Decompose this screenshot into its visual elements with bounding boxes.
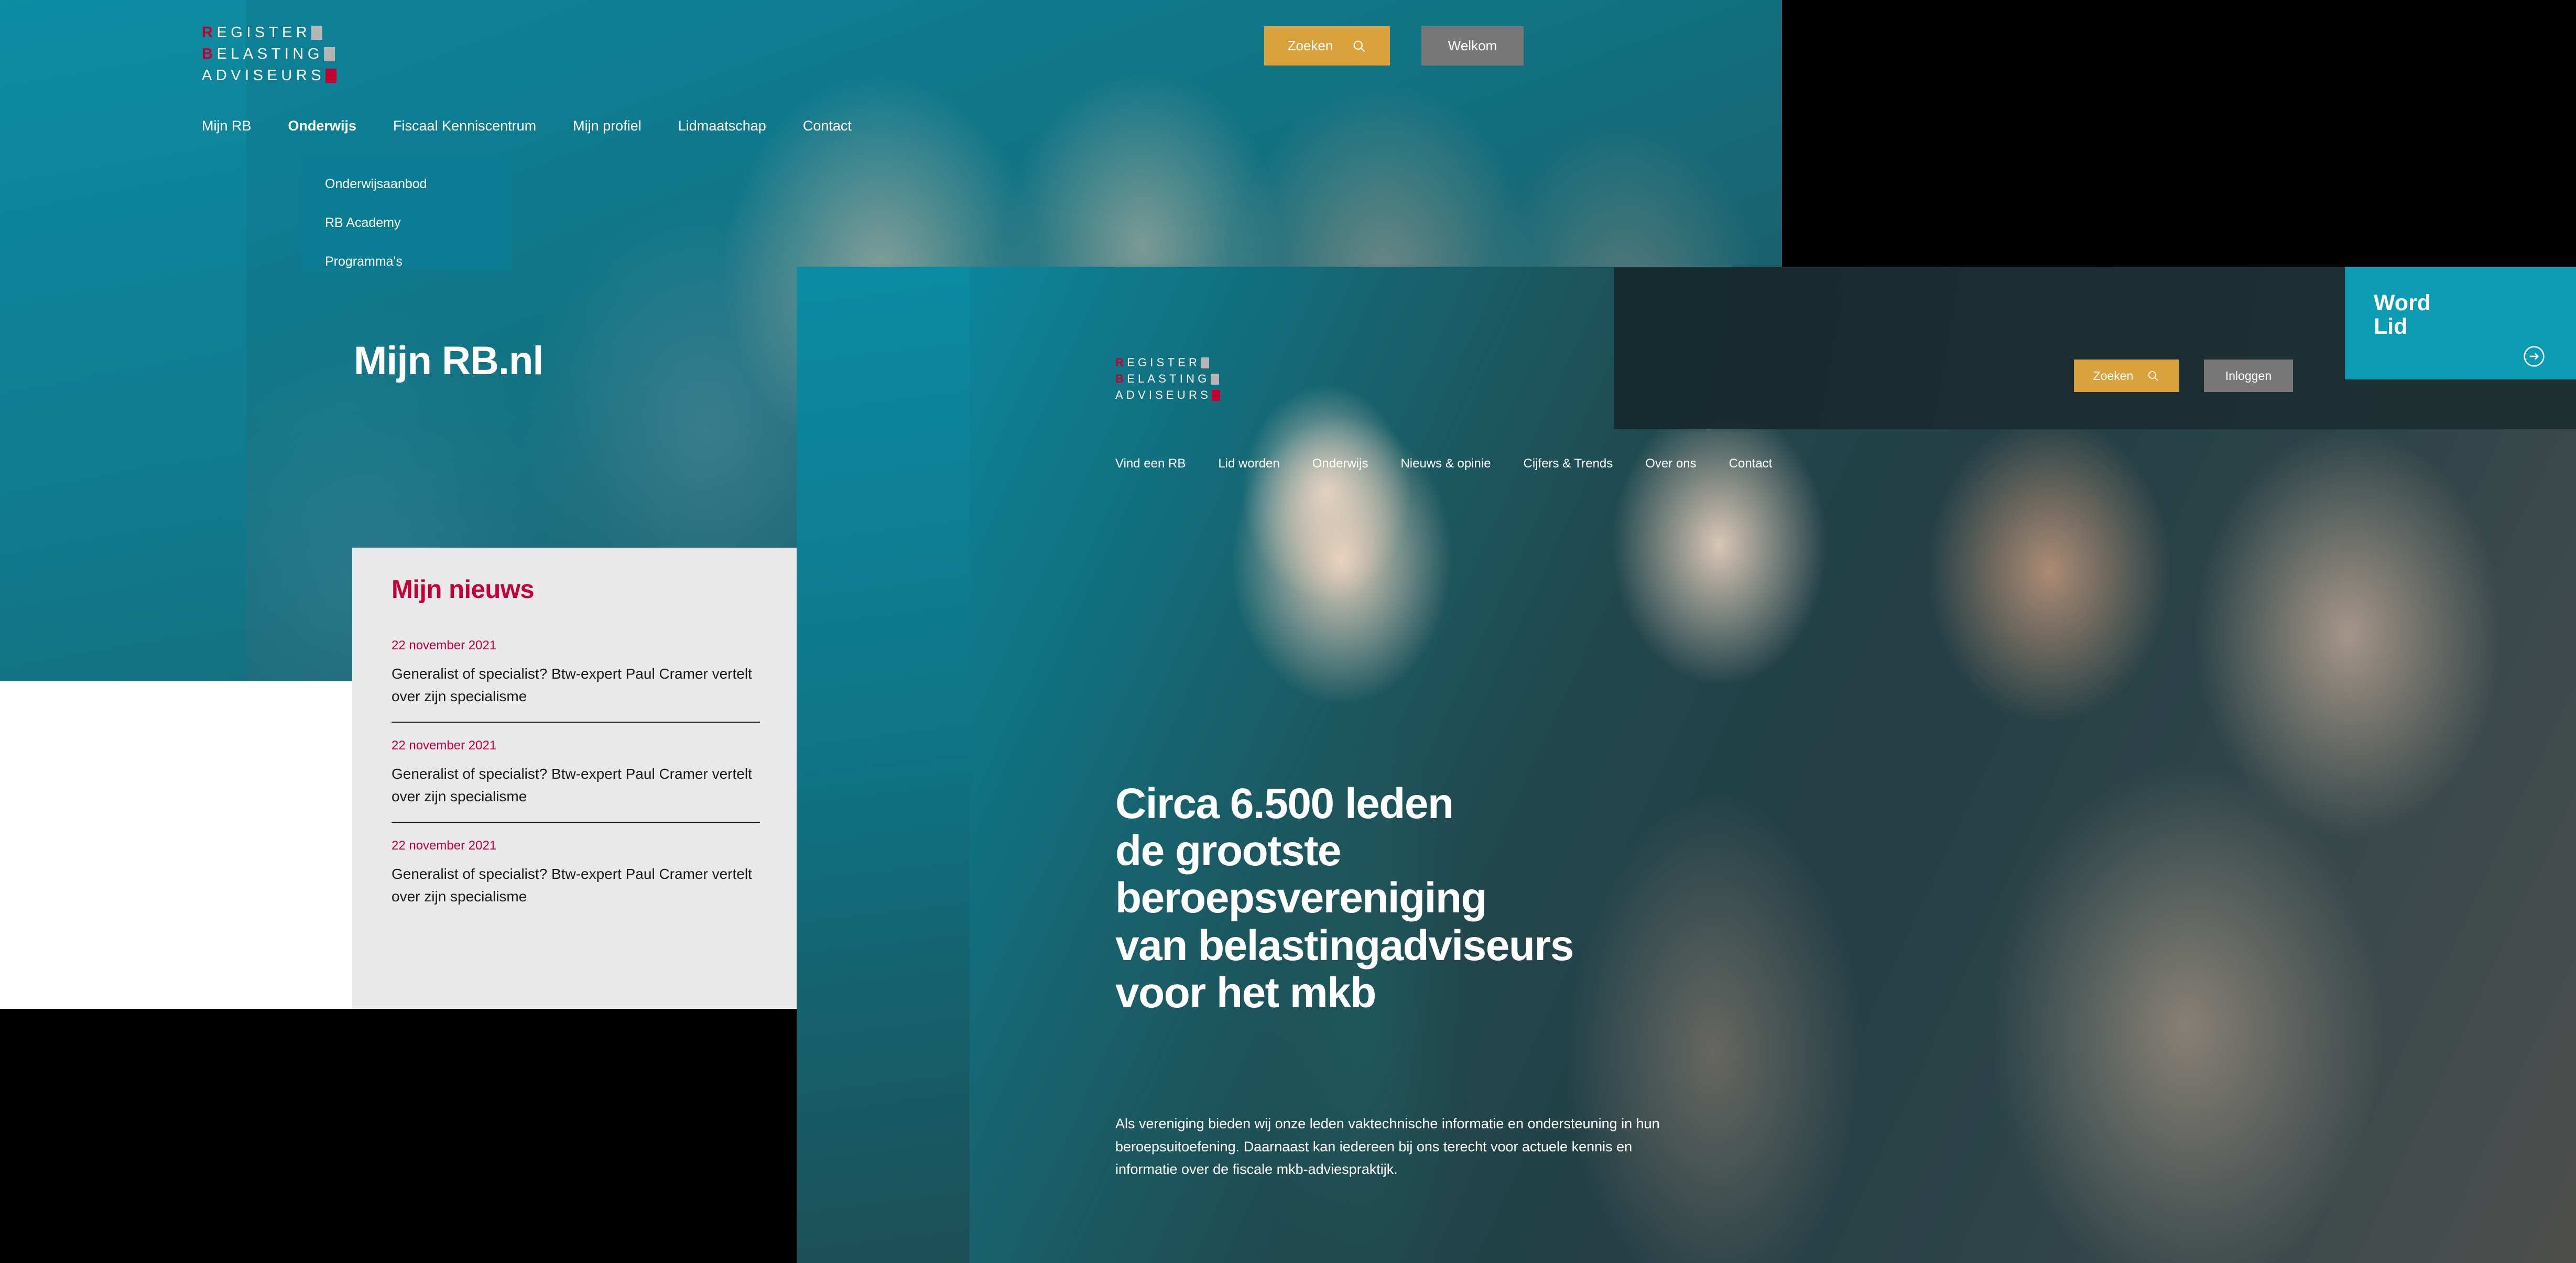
mijn-nieuws-heading: Mijn nieuws [392, 575, 535, 604]
logo-lead-letter: B [202, 46, 217, 62]
search-button-label: Zoeken [2093, 368, 2134, 383]
nav-item-fiscaal-kenniscentrum[interactable]: Fiscaal Kenniscentrum [393, 118, 536, 134]
hero-headline: Circa 6.500 leden de grootste beroepsver… [1115, 780, 1574, 1017]
search-button[interactable]: Zoeken [1264, 26, 1390, 66]
logo-lead-letter: R [202, 24, 217, 41]
logo-word: ELASTING [216, 46, 323, 62]
logo-lead-letter: B [1115, 372, 1127, 385]
word-lid-line-2: Lid [2374, 314, 2408, 340]
news-title: Generalist of specialist? Btw-expert Pau… [392, 666, 752, 705]
news-date: 22 november 2021 [392, 838, 497, 853]
rb-logo[interactable]: R EGISTER B ELASTING ADVISEURS [202, 25, 337, 90]
logo-word: ELASTING [1127, 372, 1210, 385]
logo-line-2: B ELASTING [1115, 373, 1220, 385]
nav-item-mijn-rb[interactable]: Mijn RB [202, 118, 252, 134]
nav-item-onderwijs[interactable]: Onderwijs [1312, 456, 1368, 471]
nav-item-contact[interactable]: Contact [1729, 456, 1773, 471]
logo-word: ADVISEURS [202, 67, 325, 84]
logo-line-2: B ELASTING [202, 47, 336, 62]
logo-square-grey [323, 47, 335, 61]
nav-item-over-ons[interactable]: Over ons [1645, 456, 1696, 471]
nav-item-nieuws-opinie[interactable]: Nieuws & opinie [1400, 456, 1491, 471]
logo-square-grey [1210, 373, 1219, 385]
search-button[interactable]: Zoeken [2074, 360, 2179, 392]
magnifier-icon [1352, 39, 1366, 53]
hero-headline-line: beroepsvereniging [1115, 874, 1487, 922]
screen: R EGISTER B ELASTING ADVISEURS Zoeken We… [0, 0, 2576, 1263]
logo-word: EGISTER [216, 24, 311, 41]
magnifier-icon [2147, 369, 2159, 382]
word-lid-button[interactable]: Word Lid [2345, 267, 2576, 379]
onderwijs-dropdown-menu: Onderwijsaanbod RB Academy Programma's [301, 156, 511, 269]
news-date: 22 november 2021 [392, 738, 497, 753]
logo-line-1: R EGISTER [202, 25, 336, 40]
nav-item-onderwijs[interactable]: Onderwijs [288, 118, 357, 134]
logo-word: ADVISEURS [1115, 388, 1211, 401]
nav-item-vind-een-rb[interactable]: Vind een RB [1115, 456, 1186, 471]
logo-lead-letter: R [1115, 356, 1127, 369]
arrow-right-circle-icon [2523, 345, 2546, 368]
welcome-button[interactable]: Welkom [1421, 26, 1524, 66]
logo-line-3: ADVISEURS [1115, 389, 1220, 401]
logo-word: EGISTER [1127, 356, 1201, 369]
logo-square-red [325, 69, 337, 83]
nav-item-mijn-profiel[interactable]: Mijn profiel [573, 118, 642, 134]
rb-public-site-window: R EGISTER B ELASTING ADVISEURS Zoeken In… [797, 267, 2576, 1263]
nav-item-lidmaatschap[interactable]: Lidmaatschap [678, 118, 766, 134]
logo-square-grey [311, 26, 323, 40]
dropdown-item-programmas[interactable]: Programma's [325, 254, 511, 269]
news-date: 22 november 2021 [392, 638, 497, 652]
logo-line-1: R EGISTER [1115, 357, 1220, 368]
logo-line-3: ADVISEURS [202, 67, 337, 84]
hero-teal-overlay [797, 267, 970, 1263]
hero-headline-line: voor het mkb [1115, 968, 1376, 1017]
hero-headline-line: van belastingadviseurs [1115, 921, 1574, 970]
news-title: Generalist of specialist? Btw-expert Pau… [392, 865, 752, 905]
dropdown-item-rb-academy[interactable]: RB Academy [325, 215, 511, 231]
hero-paragraph: Als vereniging bieden wij onze leden vak… [1115, 1116, 1660, 1178]
main-navigation: Vind een RB Lid worden Onderwijs Nieuws … [1115, 456, 1805, 471]
rb-logo[interactable]: R EGISTER B ELASTING ADVISEURS [1115, 357, 1220, 406]
nav-item-contact[interactable]: Contact [803, 118, 852, 134]
hero-headline-line: de grootste [1115, 827, 1341, 875]
news-list-item[interactable]: 22 november 2021 Generalist of specialis… [392, 738, 760, 823]
hero-headline-line: Circa 6.500 leden [1115, 780, 1454, 828]
news-list-item[interactable]: 22 november 2021 Generalist of specialis… [392, 839, 760, 922]
word-lid-line-1: Word [2374, 290, 2431, 315]
nav-item-cijfers-trends[interactable]: Cijfers & Trends [1524, 456, 1613, 471]
news-list-item[interactable]: 22 november 2021 Generalist of specialis… [392, 638, 760, 723]
mijn-nieuws-panel: Mijn nieuws 22 november 2021 Generalist … [352, 548, 797, 1009]
logo-square-red [1211, 389, 1220, 401]
logo-square-grey [1201, 357, 1210, 368]
dropdown-item-onderwijsaanbod[interactable]: Onderwijsaanbod [325, 177, 511, 192]
search-button-label: Zoeken [1287, 38, 1333, 53]
page-title: Mijn RB.nl [354, 339, 544, 383]
nav-item-lid-worden[interactable]: Lid worden [1218, 456, 1279, 471]
main-navigation: Mijn RB Onderwijs Fiscaal Kenniscentrum … [202, 118, 888, 134]
login-button[interactable]: Inloggen [2204, 360, 2293, 392]
news-title: Generalist of specialist? Btw-expert Pau… [392, 765, 752, 805]
